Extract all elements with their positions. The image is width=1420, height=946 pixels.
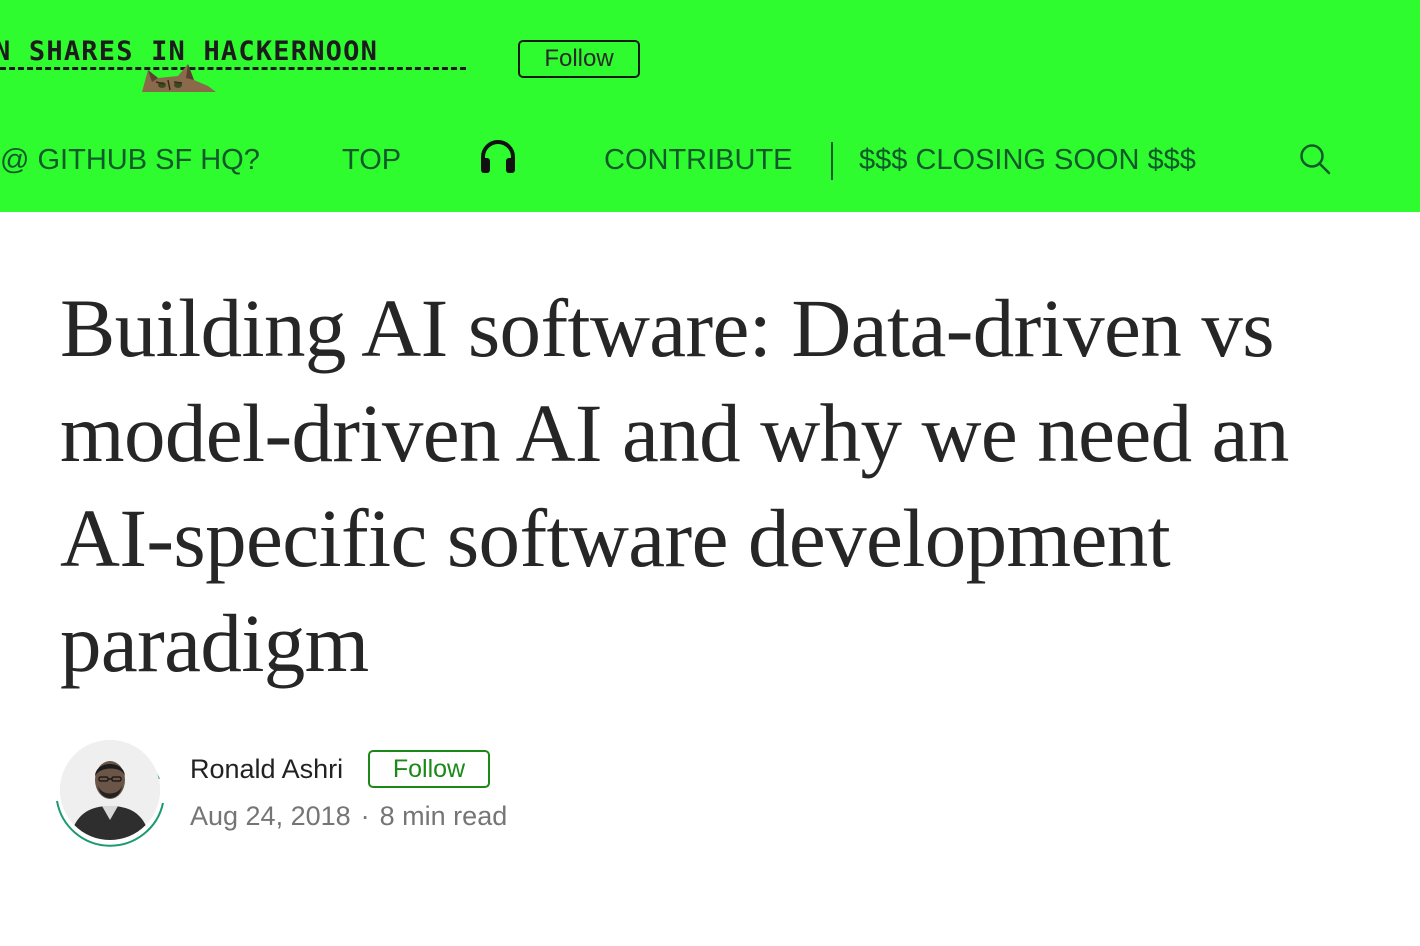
author-follow-button[interactable]: Follow bbox=[368, 750, 490, 788]
logo-dashed-rule bbox=[0, 67, 466, 70]
article-meta: Aug 24, 2018 · 8 min read bbox=[190, 797, 507, 835]
publication-follow-button[interactable]: Follow bbox=[518, 40, 640, 78]
nav-item-top[interactable]: TOP bbox=[342, 140, 401, 180]
nav-item-closing-soon[interactable]: $$$ CLOSING SOON $$$ bbox=[859, 140, 1196, 180]
article-title: Building AI software: Data-driven vs mod… bbox=[60, 282, 1289, 689]
publication-logo[interactable]: N SHARES IN HACKERNOON bbox=[0, 30, 470, 94]
publication-header: N SHARES IN HACKERNOON Follow @ GITHUB S… bbox=[0, 0, 1420, 212]
read-time: 8 min read bbox=[379, 801, 508, 831]
nav-divider bbox=[831, 142, 833, 180]
author-photo-icon bbox=[60, 740, 160, 840]
author-avatar[interactable] bbox=[60, 740, 160, 840]
author-name[interactable]: Ronald Ashri bbox=[190, 750, 343, 788]
nav-item-contribute[interactable]: CONTRIBUTE bbox=[604, 140, 793, 180]
meta-separator: · bbox=[360, 801, 370, 831]
search-icon[interactable] bbox=[1297, 141, 1333, 177]
publish-date: Aug 24, 2018 bbox=[190, 801, 351, 831]
nav-item-github-sf-hq[interactable]: @ GITHUB SF HQ? bbox=[0, 140, 260, 180]
cat-peeking-icon bbox=[142, 64, 216, 92]
headphones-icon[interactable] bbox=[478, 138, 518, 174]
